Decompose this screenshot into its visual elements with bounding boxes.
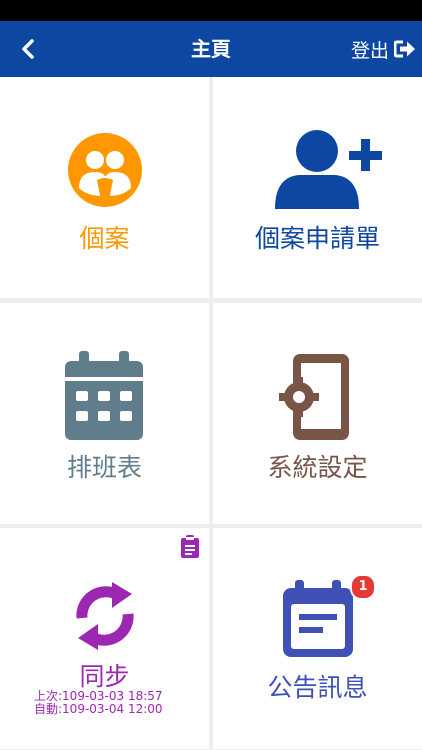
menu-grid: 個案 個案申請單 排班表 系統設定 同步 上次:109-03-03 18:57 … [0,77,422,750]
navigation-bar: 主頁 登出 [0,21,422,77]
status-bar [0,0,422,21]
users-circle-icon [68,133,142,207]
notification-badge: 1 [350,574,376,600]
tile-sync[interactable]: 同步 上次:109-03-03 18:57 自動:109-03-04 12:00 [0,528,209,749]
tile-schedule-label: 排班表 [66,453,142,482]
tile-case-application-label: 個案申請單 [254,224,380,253]
tile-system-settings[interactable]: 系統設定 [213,303,422,524]
mobile-settings-icon [279,354,349,440]
clipboard-icon[interactable] [180,535,200,559]
tile-system-settings-label: 系統設定 [267,453,368,482]
sync-icon [76,582,134,650]
tile-cases-label: 個案 [79,224,130,253]
calendar-icon [65,351,143,440]
tile-schedule[interactable]: 排班表 [0,303,209,524]
tile-announcements-label: 公告訊息 [267,673,368,702]
sign-out-icon [394,40,415,58]
chevron-left-icon [22,39,34,59]
back-button[interactable] [14,35,42,63]
tile-cases[interactable]: 個案 [0,77,209,298]
user-plus-icon [275,130,382,209]
auto-sync-text: 自動:109-03-04 12:00 [34,702,163,716]
tile-announcements[interactable]: 1 公告訊息 [213,528,422,749]
tile-sync-label: 同步 [79,662,130,691]
calendar-note-icon [283,580,353,657]
logout-button[interactable]: 登出 [351,21,416,77]
tile-case-application[interactable]: 個案申請單 [213,77,422,298]
logout-label: 登出 [350,39,389,62]
